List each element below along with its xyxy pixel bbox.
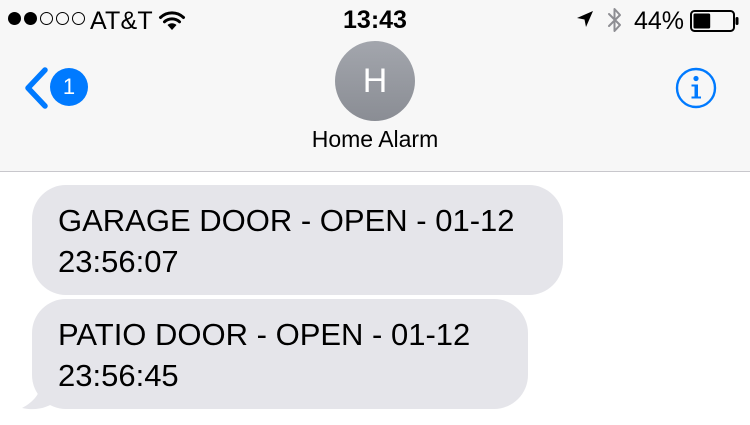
contact-avatar[interactable]: H: [335, 41, 415, 121]
message-bubble[interactable]: PATIO DOOR - OPEN - 01-12 23:56:45: [32, 299, 528, 409]
contact-name[interactable]: Home Alarm: [0, 126, 750, 153]
bluetooth-icon: [608, 8, 621, 32]
battery-icon: [690, 10, 739, 32]
battery-percentage: 44%: [634, 7, 685, 35]
message-text-line: PATIO DOOR - OPEN - 01-12: [58, 317, 471, 352]
unread-count-badge[interactable]: 1: [50, 68, 88, 106]
header: AT&T 13:43 44% 1 H Home Alarm: [0, 0, 750, 171]
message-text-line: 23:56:45: [58, 358, 179, 393]
header-divider: [0, 171, 750, 172]
location-arrow-icon: [577, 11, 593, 27]
info-icon[interactable]: [675, 67, 717, 109]
message-text-line: 23:56:07: [58, 244, 179, 279]
chevron-left-icon: [25, 67, 48, 109]
bubble-tail-icon: [22, 378, 58, 410]
message-text-line: GARAGE DOOR - OPEN - 01-12: [58, 203, 515, 238]
message-bubble[interactable]: GARAGE DOOR - OPEN - 01-12 23:56:07: [32, 185, 563, 295]
messages-screen: AT&T 13:43 44% 1 H Home Alarm GARAGE DOO…: [0, 0, 750, 425]
status-bar: AT&T 13:43 44%: [0, 0, 750, 40]
